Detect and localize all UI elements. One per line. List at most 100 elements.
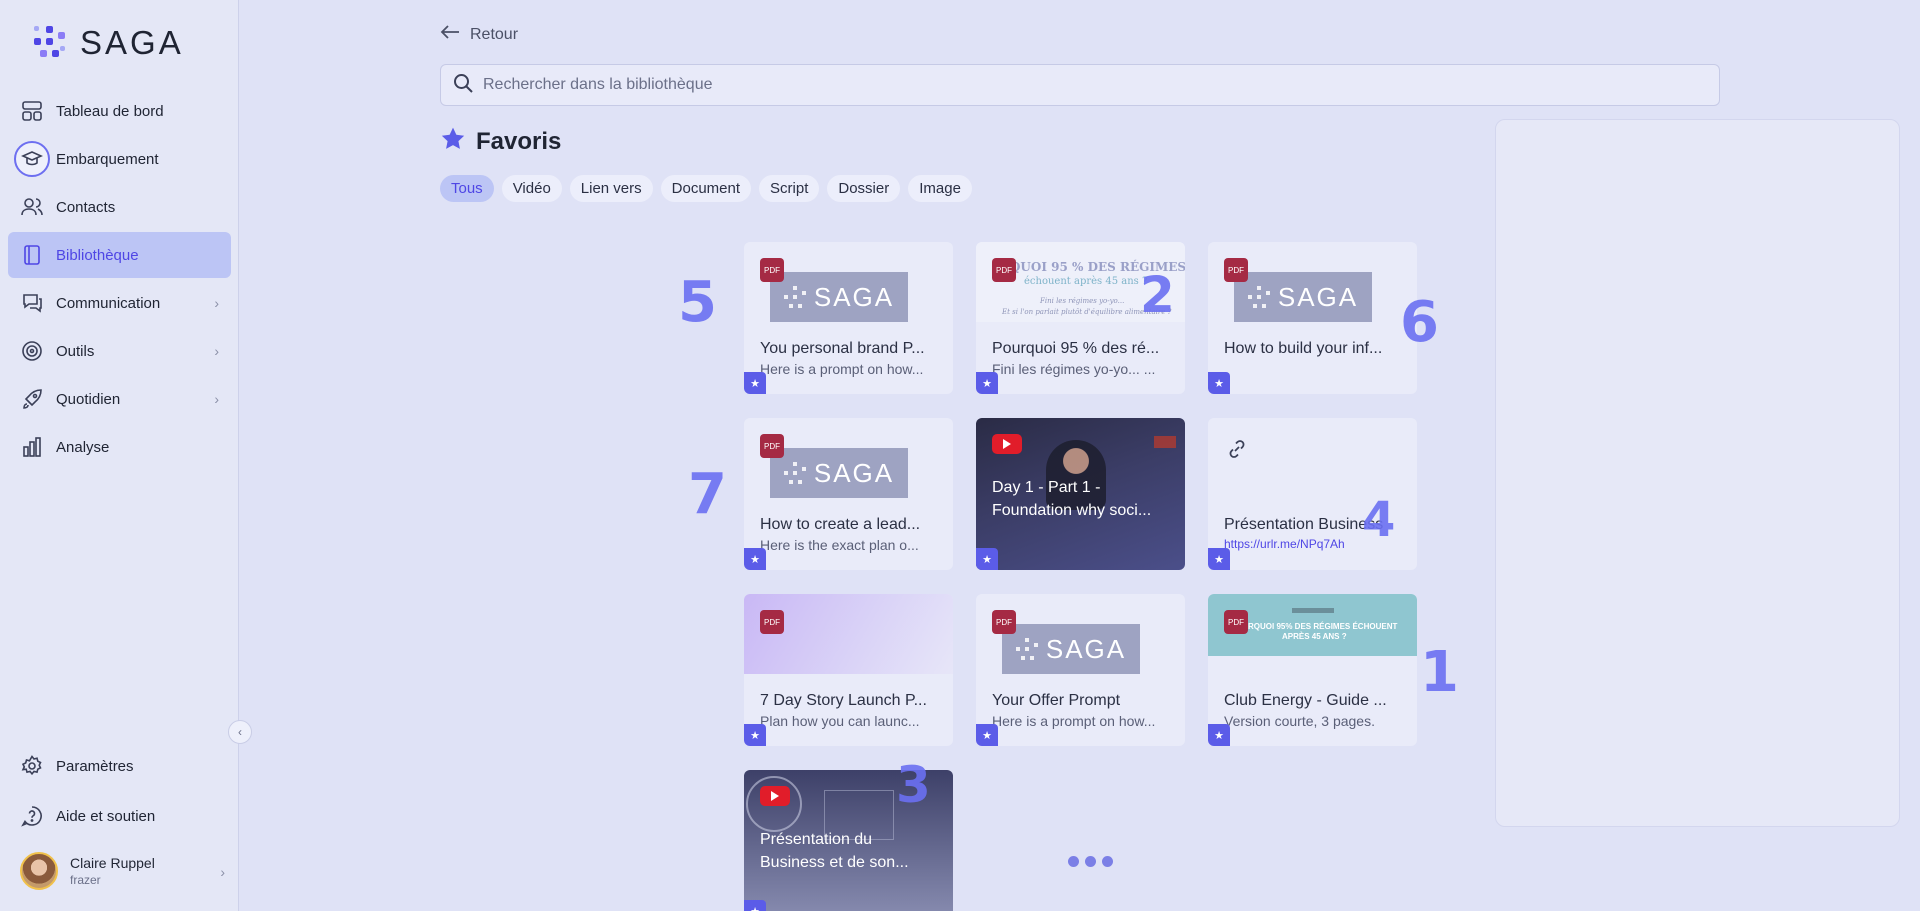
card-description: Here is the exact plan o... — [760, 537, 919, 553]
filter-chip-link[interactable]: Lien vers — [569, 175, 653, 202]
arrow-left-icon — [440, 24, 460, 45]
sidebar-item-label: Outils — [56, 342, 95, 360]
saga-logo-thumbnail: SAGA — [1002, 624, 1140, 674]
annotation-number: 1 — [1420, 640, 1459, 705]
sidebar: SAGA Tableau de bord Embarquement Contac… — [0, 0, 239, 911]
card-thumbnail: SAGA — [744, 242, 953, 322]
search-icon — [453, 73, 473, 98]
card-title: Présentation du Business et de son... — [760, 831, 909, 871]
card-title: How to build your inf... — [1224, 340, 1383, 357]
favorite-star-icon[interactable]: ★ — [976, 724, 998, 746]
annotation-number: 5 — [678, 270, 717, 335]
favorite-star-icon[interactable]: ★ — [1208, 724, 1230, 746]
book-icon — [20, 243, 44, 267]
sidebar-item-contacts[interactable]: Contacts — [8, 184, 231, 230]
saga-logo-thumbnail: SAGA — [770, 448, 908, 498]
filter-chips: Tous Vidéo Lien vers Document Script Dos… — [440, 175, 972, 202]
filter-chip-folder[interactable]: Dossier — [827, 175, 901, 202]
sidebar-bottom: Paramètres Aide et soutien — [8, 742, 231, 842]
sidebar-item-daily[interactable]: Quotidien › — [8, 376, 231, 422]
gear-icon — [20, 754, 44, 778]
search-bar[interactable] — [440, 64, 1720, 106]
link-icon — [1226, 438, 1248, 465]
user-menu[interactable]: Claire Ruppel frazer › — [20, 852, 225, 890]
card-link[interactable]: https://urlr.me/NPq7Ah — [1224, 537, 1345, 551]
pdf-icon: PDF — [1224, 258, 1248, 282]
saga-logo-thumbnail: SAGA — [1234, 272, 1372, 322]
sidebar-nav: Tableau de bord Embarquement Contacts Bi… — [8, 88, 231, 472]
user-info: Claire Ruppel frazer — [70, 855, 155, 887]
annotation-number: 7 — [688, 462, 727, 527]
sidebar-item-analytics[interactable]: Analyse — [8, 424, 231, 470]
sidebar-item-label: Contacts — [56, 198, 116, 216]
card-thumbnail: RQUOI 95% DES RÉGIMES ÉCHOUENT APRÈS 45 … — [1208, 594, 1417, 674]
sidebar-item-onboarding[interactable]: Embarquement — [8, 136, 231, 182]
filter-chip-all[interactable]: Tous — [440, 175, 494, 202]
favorite-star-icon[interactable]: ★ — [1208, 372, 1230, 394]
sidebar-item-label: Embarquement — [56, 150, 159, 168]
back-label: Retour — [470, 25, 519, 43]
chevron-right-icon: › — [214, 391, 219, 407]
saga-logo[interactable]: SAGA — [32, 24, 184, 62]
youtube-icon — [992, 434, 1022, 454]
sidebar-item-label: Paramètres — [56, 757, 134, 775]
favorite-star-icon[interactable]: ★ — [744, 900, 766, 911]
annotation-number: 4 — [1362, 492, 1396, 548]
sidebar-item-help[interactable]: Aide et soutien — [8, 792, 231, 840]
search-input[interactable] — [483, 76, 1683, 94]
library-card[interactable]: SAGA PDF How to build your inf... ★ — [1208, 242, 1417, 394]
library-card[interactable]: SAGA PDF Your Offer Prompt Here is a pro… — [976, 594, 1185, 746]
library-card[interactable]: RQUOI 95% DES RÉGIMES ÉCHOUENT APRÈS 45 … — [1208, 594, 1417, 746]
card-title: 7 Day Story Launch P... — [760, 692, 927, 709]
back-link[interactable]: Retour — [440, 24, 518, 45]
library-card[interactable]: SAGA PDF How to create a lead... Here is… — [744, 418, 953, 570]
favorite-star-icon[interactable]: ★ — [976, 372, 998, 394]
favorite-star-icon[interactable]: ★ — [744, 548, 766, 570]
video-logo — [1154, 436, 1176, 448]
favorite-star-icon[interactable]: ★ — [744, 372, 766, 394]
target-icon — [20, 339, 44, 363]
chevron-left-icon: ‹ — [238, 725, 242, 739]
sidebar-item-settings[interactable]: Paramètres — [8, 742, 231, 790]
library-card[interactable]: PDF 7 Day Story Launch P... Plan how you… — [744, 594, 953, 746]
sidebar-item-library[interactable]: Bibliothèque — [8, 232, 231, 278]
thumbnail-body — [1208, 656, 1417, 674]
sidebar-item-label: Quotidien — [56, 390, 121, 408]
card-thumbnail — [744, 594, 953, 674]
help-icon — [20, 804, 44, 828]
saga-logo-thumbnail: SAGA — [770, 272, 908, 322]
card-thumbnail: SAGA — [976, 594, 1185, 674]
pdf-icon: PDF — [760, 610, 784, 634]
filter-chip-document[interactable]: Document — [660, 175, 752, 202]
chevron-right-icon: › — [220, 864, 225, 880]
chevron-right-icon: › — [214, 295, 219, 311]
sidebar-item-label: Analyse — [56, 438, 110, 456]
annotation-number: 3 — [896, 756, 931, 814]
library-card[interactable]: Day 1 - Part 1 - Foundation why soci... … — [976, 418, 1185, 570]
filter-chip-image[interactable]: Image — [908, 175, 972, 202]
favorite-star-icon[interactable]: ★ — [976, 548, 998, 570]
thumbnail-tag — [1292, 608, 1334, 613]
favorite-star-icon[interactable]: ★ — [744, 724, 766, 746]
favorite-star-icon[interactable]: ★ — [1208, 548, 1230, 570]
star-icon — [440, 126, 466, 157]
users-icon — [20, 195, 44, 219]
loading-indicator — [1068, 856, 1113, 867]
card-description: Fini les régimes yo-yo... ... — [992, 361, 1156, 377]
card-thumbnail: SAGA — [1208, 242, 1417, 322]
filter-chip-video[interactable]: Vidéo — [501, 175, 562, 202]
card-title: Your Offer Prompt — [992, 692, 1121, 709]
card-description: Version courte, 3 pages. — [1224, 713, 1375, 729]
filter-chip-script[interactable]: Script — [759, 175, 820, 202]
card-title: Club Energy - Guide ... — [1224, 692, 1387, 709]
bar-chart-icon — [20, 435, 44, 459]
chat-icon — [20, 291, 44, 315]
card-thumbnail: SAGA — [744, 418, 953, 498]
library-card[interactable]: SAGA PDF You personal brand P... Here is… — [744, 242, 953, 394]
sidebar-item-tools[interactable]: Outils › — [8, 328, 231, 374]
pdf-icon: PDF — [760, 434, 784, 458]
preview-panel — [1495, 119, 1900, 827]
sidebar-item-dashboard[interactable]: Tableau de bord — [8, 88, 231, 134]
sidebar-item-communication[interactable]: Communication › — [8, 280, 231, 326]
collapse-sidebar-button[interactable]: ‹ — [228, 720, 252, 744]
